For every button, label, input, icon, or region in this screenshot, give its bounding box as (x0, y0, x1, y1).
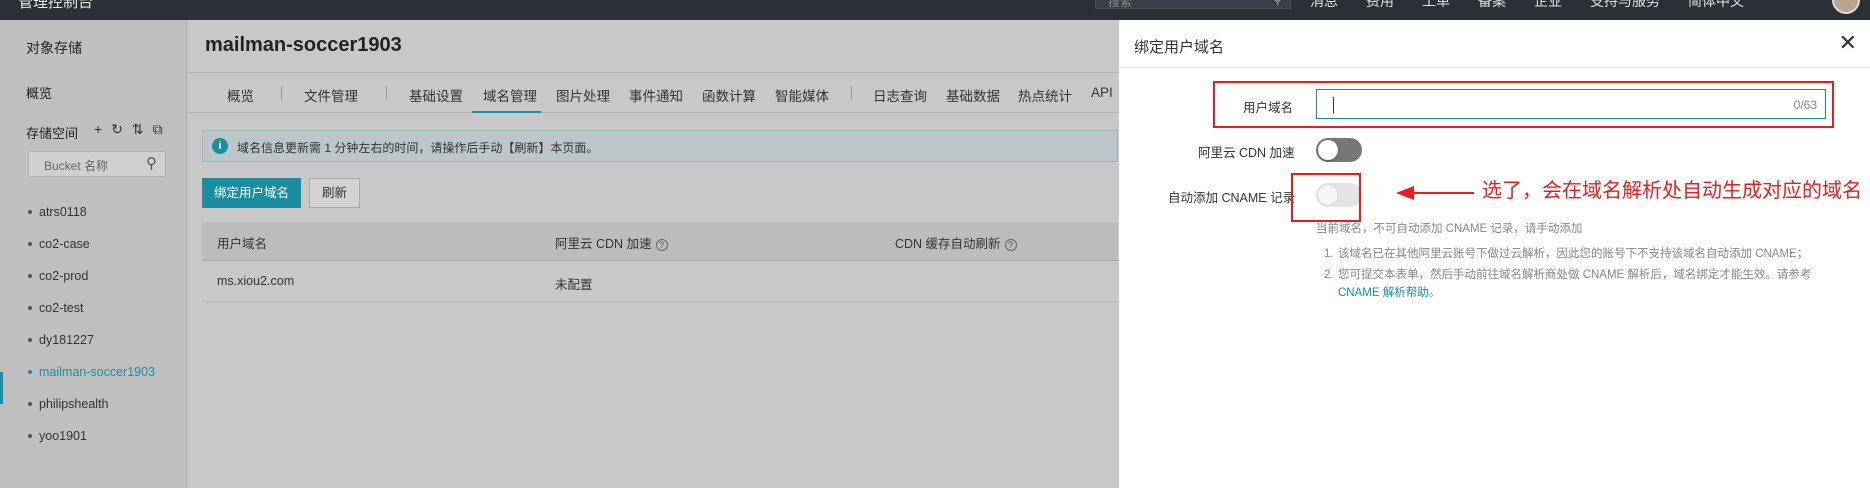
search-icon[interactable]: ⚲ (146, 154, 157, 172)
global-search-placeholder: 搜索 (1108, 0, 1133, 9)
annotation-box-domain (1213, 81, 1834, 128)
help-item-number: 1. (1324, 248, 1334, 260)
tab-basic-settings[interactable]: 基础设置 (409, 85, 463, 105)
bucket-item[interactable]: co2-test (0, 292, 187, 324)
table-header: 用户域名 阿里云 CDN 加速? CDN 缓存自动刷新? (202, 222, 1118, 261)
table-row: ms.xiou2.com 未配置 (202, 262, 1118, 302)
help-icon[interactable]: ? (655, 239, 668, 251)
avatar[interactable] (1832, 0, 1860, 14)
bucket-list: atrs0118 co2-case co2-prod co2-test dy18… (0, 196, 187, 452)
help-item-text: 该域名已在其他阿里云账号下做过云解析，因此您的账号下不支持该域名自动添加 CNA… (1338, 248, 1809, 260)
sidebar-title: 对象存储 (26, 40, 82, 56)
bucket-item[interactable]: philipshealth (0, 388, 187, 420)
bucket-name: co2-prod (39, 269, 89, 283)
column-header-cdn-refresh: CDN 缓存自动刷新? (895, 233, 1017, 252)
tab-intelligent-media[interactable]: 智能媒体 (775, 85, 829, 105)
bucket-item[interactable]: yoo1901 (0, 420, 187, 452)
bucket-item[interactable]: co2-case (0, 228, 187, 260)
tab-hotspot-stats[interactable]: 热点统计 (1018, 85, 1072, 105)
console-brand[interactable]: 管理控制台 (18, 0, 93, 12)
panel-title: 绑定用户域名 (1134, 39, 1225, 56)
refresh-button[interactable]: 刷新 (309, 178, 360, 208)
cname-help-title: 当前域名，不可自动添加 CNAME 记录，请手动添加 (1316, 223, 1583, 235)
tab-log-query[interactable]: 日志查询 (873, 85, 927, 105)
tab-divider (851, 86, 852, 100)
expand-icon[interactable]: ⧉ (153, 121, 163, 138)
cdn-toggle[interactable] (1316, 138, 1362, 162)
top-bar: 管理控制台 搜索 ⚲ 消息 费用 工单 备案 企业 支持与服务 简体中文 (0, 0, 1870, 20)
help-item-number: 2. (1324, 269, 1334, 281)
column-header-cdn: 阿里云 CDN 加速? (555, 233, 668, 252)
tab-overview[interactable]: 概览 (227, 85, 254, 105)
close-icon[interactable]: ✕ (1839, 32, 1857, 54)
tab-image-processing[interactable]: 图片处理 (556, 85, 610, 105)
cname-help-list: 1. 该域名已在其他阿里云账号下做过云解析，因此您的账号下不支持该域名自动添加 … (1324, 245, 1844, 305)
page-title: mailman-soccer1903 (205, 34, 402, 56)
refresh-icon[interactable]: ↻ (111, 121, 123, 138)
bucket-name: atrs0118 (39, 205, 87, 219)
sidebar: 对象存储 概览 存储空间 + ↻ ⇅ ⧉ Bucket 名称 ⚲ atrs011… (0, 20, 187, 488)
tab-api[interactable]: API (1091, 85, 1113, 100)
cell-cdn-status: 未配置 (555, 278, 593, 292)
top-nav-item[interactable]: 备案 (1478, 0, 1506, 11)
cname-field-label: 自动添加 CNAME 记录 (1168, 191, 1296, 205)
column-header-domain: 用户域名 (217, 237, 268, 251)
cdn-field-label: 阿里云 CDN 加速 (1198, 146, 1295, 160)
bucket-name: dy181227 (39, 333, 94, 347)
info-icon: i (212, 138, 228, 154)
help-icon[interactable]: ? (1004, 239, 1017, 251)
tab-file-management[interactable]: 文件管理 (304, 85, 358, 105)
bucket-name: mailman-soccer1903 (39, 365, 156, 379)
bucket-item[interactable]: atrs0118 (0, 196, 187, 228)
toggle-knob (1318, 140, 1338, 160)
top-nav-item[interactable]: 费用 (1366, 0, 1394, 11)
bucket-name: yoo1901 (39, 429, 87, 443)
annotation-text: 选了，会在域名解析处自动生成对应的域名 (1482, 180, 1862, 202)
global-search-input[interactable]: 搜索 ⚲ (1095, 0, 1291, 9)
tab-basic-data[interactable]: 基础数据 (946, 85, 1000, 105)
top-nav-item[interactable]: 简体中文 (1688, 0, 1744, 11)
bucket-search-input[interactable]: Bucket 名称 ⚲ (28, 151, 166, 177)
cell-domain: ms.xiou2.com (217, 274, 295, 288)
tab-event-notification[interactable]: 事件通知 (629, 85, 683, 105)
tab-divider (281, 86, 282, 100)
top-nav-item[interactable]: 企业 (1534, 0, 1562, 11)
bucket-search-placeholder: Bucket 名称 (44, 159, 109, 173)
sidebar-storage-space-label: 存储空间 (26, 126, 79, 141)
top-nav-item[interactable]: 消息 (1310, 0, 1338, 11)
bucket-name: philipshealth (39, 397, 109, 411)
annotation-box-cname (1291, 173, 1361, 222)
info-notice: i 域名信息更新需 1 分钟左右的时间，请操作后手动【刷新】本页面。 (202, 130, 1118, 162)
bucket-name: co2-test (39, 301, 84, 315)
top-nav-item[interactable]: 工单 (1422, 0, 1450, 11)
notice-text: 域名信息更新需 1 分钟左右的时间，请操作后手动【刷新】本页面。 (237, 141, 599, 155)
bucket-item-active[interactable]: mailman-soccer1903 (0, 356, 187, 388)
bind-domain-button[interactable]: 绑定用户域名 (202, 178, 301, 208)
help-item: 1. 该域名已在其他阿里云账号下做过云解析，因此您的账号下不支持该域名自动添加 … (1324, 245, 1844, 263)
main-content: mailman-soccer1903 概览 文件管理 基础设置 域名管理 图片处… (188, 20, 1118, 488)
active-tab-underline (472, 111, 541, 113)
bucket-item[interactable]: dy181227 (0, 324, 187, 356)
panel-header: 绑定用户域名 ✕ (1119, 20, 1870, 68)
tab-divider (386, 86, 387, 100)
bucket-item[interactable]: co2-prod (0, 260, 187, 292)
search-icon[interactable]: ⚲ (1273, 0, 1282, 7)
tab-function-compute[interactable]: 函数计算 (702, 85, 756, 105)
help-item: 2. 您可提交本表单，然后手动前往域名解析商处做 CNAME 解析后，域名绑定才… (1324, 266, 1844, 302)
add-bucket-icon[interactable]: + (94, 121, 102, 138)
cname-help-link[interactable]: CNAME 解析帮助 (1338, 287, 1429, 299)
bucket-name: co2-case (39, 237, 90, 251)
tab-domain-management[interactable]: 域名管理 (483, 85, 537, 105)
tab-bar: 概览 文件管理 基础设置 域名管理 图片处理 事件通知 函数计算 智能媒体 日志… (188, 72, 1118, 113)
sort-icon[interactable]: ⇅ (132, 121, 144, 138)
sidebar-tools: + ↻ ⇅ ⧉ (94, 121, 163, 138)
top-nav: 消息 费用 工单 备案 企业 支持与服务 简体中文 (1310, 0, 1744, 11)
top-nav-item[interactable]: 支持与服务 (1590, 0, 1660, 11)
help-item-text: 您可提交本表单，然后手动前往域名解析商处做 CNAME 解析后，域名绑定才能生效… (1338, 269, 1812, 281)
annotation-arrow-line (1410, 192, 1474, 194)
sidebar-item-overview[interactable]: 概览 (26, 83, 52, 102)
help-item-tail: 。 (1428, 287, 1441, 299)
